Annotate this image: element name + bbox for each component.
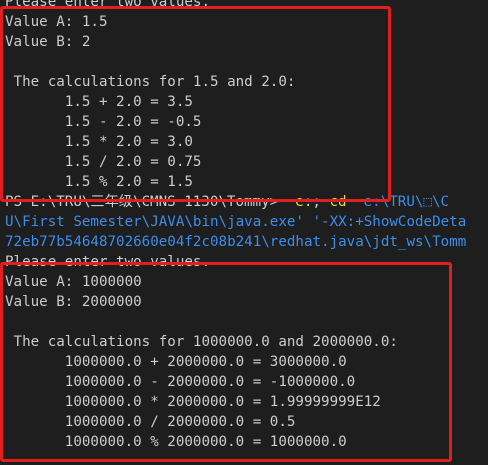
- ps-wrapped-line-java-path: U\First Semester\JAVA\bin\java.exe' '-XX…: [5, 214, 467, 230]
- highlight-box-first-run: [0, 6, 391, 202]
- highlight-box-second-run: [0, 262, 452, 462]
- ps-wrapped-line-workspace: 72eb77b54648702660e04f2c08b241\redhat.ja…: [5, 234, 467, 250]
